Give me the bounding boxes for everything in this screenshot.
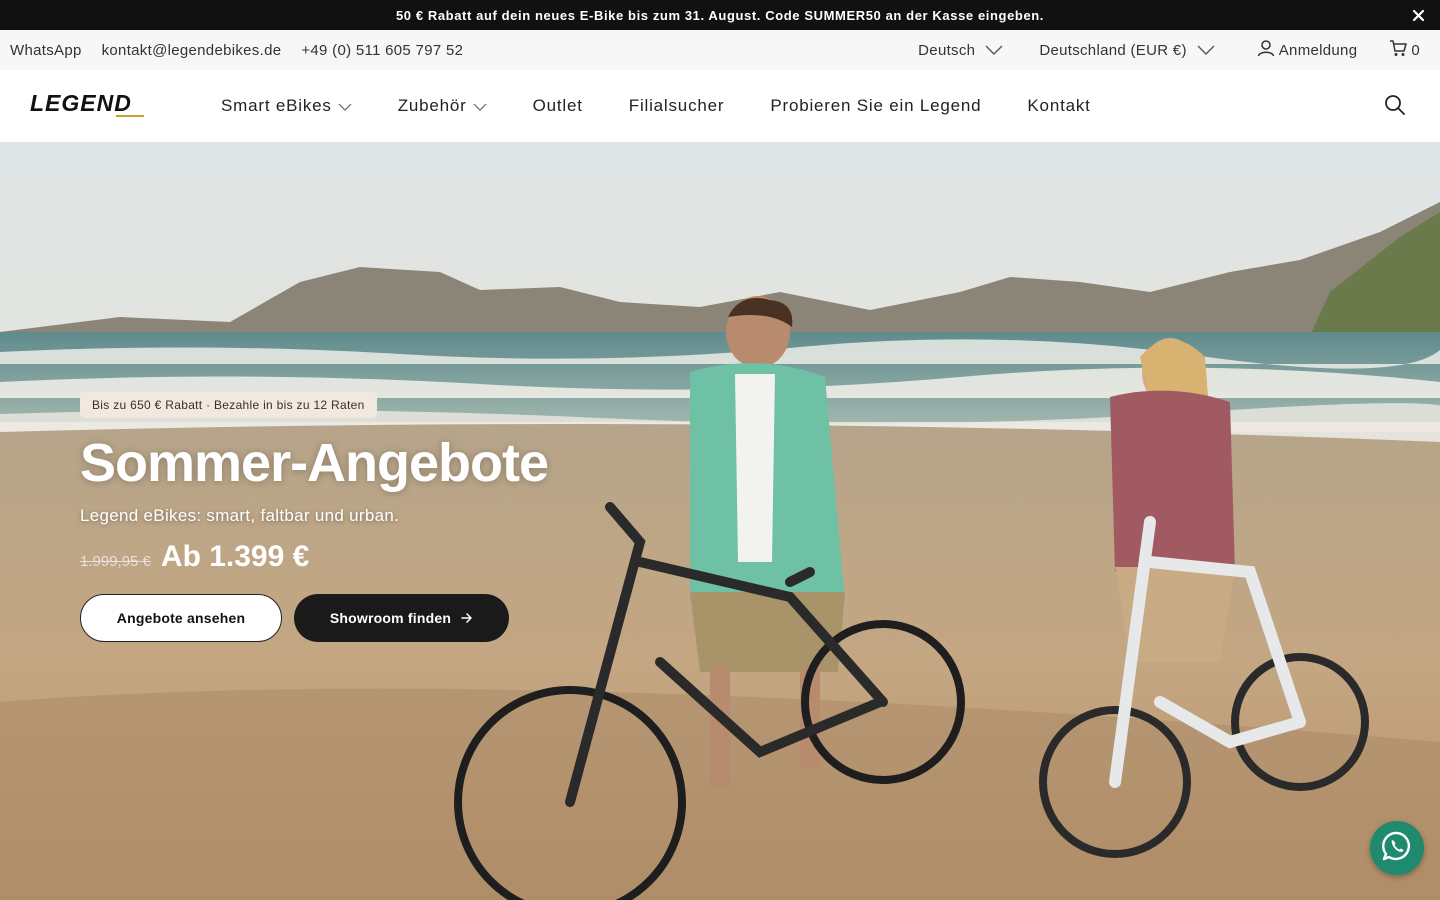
announcement-text: 50 € Rabatt auf dein neues E-Bike bis zu… xyxy=(395,7,1045,23)
find-showroom-label: Showroom finden xyxy=(329,610,452,626)
price-row: 1.999,95 € Ab 1.399 € xyxy=(80,540,720,574)
promo-code: SUMMER50 xyxy=(804,7,882,23)
hero-title: Sommer-Angebote xyxy=(80,433,549,493)
language-label: Deutsch xyxy=(918,41,976,59)
nav-item-kontakt[interactable]: Kontakt xyxy=(1027,96,1090,116)
view-offers-button[interactable]: Angebote ansehen xyxy=(80,594,282,642)
language-selector[interactable]: Deutsch xyxy=(918,42,1003,59)
find-showroom-button[interactable]: Showroom finden xyxy=(294,594,509,642)
chevron-down-icon xyxy=(1197,42,1215,59)
nav-item-label: Probieren Sie ein Legend xyxy=(770,96,982,115)
nav-item-label: Kontakt xyxy=(1027,96,1091,115)
old-price: 1.999,95 € xyxy=(80,553,151,570)
cart-count: 0 xyxy=(1411,41,1420,59)
svg-text:LEGEND: LEGEND xyxy=(30,90,132,116)
announcement-bar: 50 € Rabatt auf dein neues E-Bike bis zu… xyxy=(0,0,1440,30)
user-icon xyxy=(1257,39,1275,61)
chevron-down-icon xyxy=(985,42,1003,59)
nav-item-outlet[interactable]: Outlet xyxy=(533,96,583,116)
nav-item-probieren[interactable]: Probieren Sie ein Legend xyxy=(770,96,981,116)
utility-bar: WhatsApp kontakt@legendebikes.de +49 (0)… xyxy=(0,30,1440,70)
new-price: Ab 1.399 € xyxy=(160,540,310,573)
search-icon[interactable] xyxy=(1384,94,1406,116)
whatsapp-chat-button[interactable] xyxy=(1370,821,1424,875)
nav-item-label: Zubehör xyxy=(397,96,467,115)
hero-content: Bis zu 650 € Rabatt · Bezahle in bis zu … xyxy=(80,392,720,642)
promo-badge: Bis zu 650 € Rabatt · Bezahle in bis zu … xyxy=(80,392,377,418)
hero-subtitle: Legend eBikes: smart, faltbar und urban. xyxy=(80,506,400,525)
email-link[interactable]: kontakt@legendebikes.de xyxy=(102,42,282,59)
cart-icon xyxy=(1389,39,1408,61)
chevron-down-icon xyxy=(338,96,352,116)
hero-banner: Bis zu 650 € Rabatt · Bezahle in bis zu … xyxy=(0,142,1440,900)
login-link[interactable]: Anmeldung xyxy=(1257,39,1358,61)
legend-logo[interactable]: LEGEND xyxy=(30,90,150,122)
nav-item-label: Filialsucher xyxy=(628,96,725,115)
nav-item-smart-ebikes[interactable]: Smart eBikes xyxy=(221,96,352,116)
nav-item-label: Outlet xyxy=(532,96,583,115)
whatsapp-link[interactable]: WhatsApp xyxy=(10,42,82,59)
nav-item-filialsucher[interactable]: Filialsucher xyxy=(629,96,725,116)
chevron-down-icon xyxy=(473,96,487,116)
phone-link[interactable]: +49 (0) 511 605 797 52 xyxy=(301,42,463,59)
arrow-right-icon xyxy=(461,610,473,626)
country-label: Deutschland (EUR €) xyxy=(1039,41,1187,59)
cart-button[interactable]: 0 xyxy=(1389,39,1420,61)
close-icon[interactable] xyxy=(1408,5,1428,25)
nav-item-zubehoer[interactable]: Zubehör xyxy=(398,96,487,116)
nav-item-label: Smart eBikes xyxy=(221,96,332,115)
country-selector[interactable]: Deutschland (EUR €) xyxy=(1039,41,1215,59)
login-label: Anmeldung xyxy=(1278,41,1358,59)
whatsapp-icon xyxy=(1381,830,1413,867)
main-navigation: LEGEND Smart eBikes Zubehör Outlet Filia… xyxy=(0,70,1440,142)
